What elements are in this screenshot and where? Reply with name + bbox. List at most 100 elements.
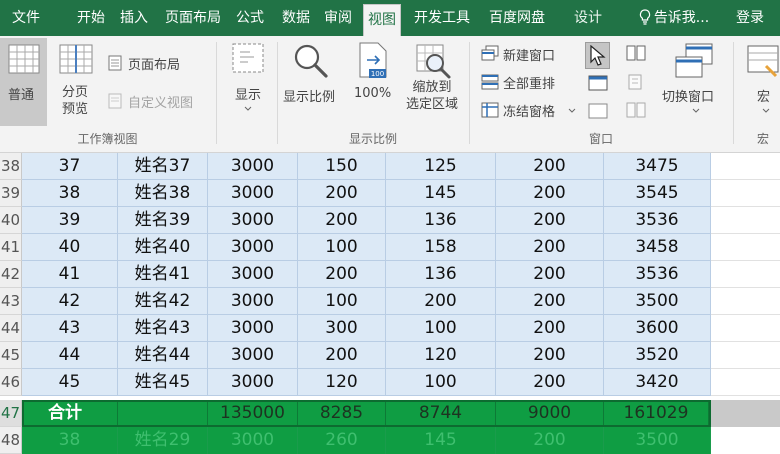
tab-review[interactable]: 审阅 xyxy=(320,0,356,36)
arrange-all-button[interactable]: 全部重排 xyxy=(503,73,555,92)
cell[interactable]: 3458 xyxy=(604,234,711,261)
freeze-panes-button[interactable]: 冻结窗格 xyxy=(503,101,555,120)
cell[interactable]: 200 xyxy=(386,288,496,315)
cell[interactable]: 200 xyxy=(298,207,386,234)
cell[interactable]: 姓名38 xyxy=(118,180,208,207)
cell[interactable]: 8285 xyxy=(298,402,386,425)
cell[interactable]: 100 xyxy=(386,315,496,342)
cell[interactable]: 135000 xyxy=(208,402,298,425)
empty-cell[interactable] xyxy=(711,261,780,288)
tab-data[interactable]: 数据 xyxy=(278,0,314,36)
cell[interactable]: 200 xyxy=(496,369,604,396)
cell[interactable]: 39 xyxy=(22,207,118,234)
tab-formulas[interactable]: 公式 xyxy=(232,0,268,36)
cell[interactable]: 3000 xyxy=(208,207,298,234)
zoom-to-selection-button[interactable]: 缩放到 选定区域 xyxy=(399,79,465,113)
row-header[interactable]: 46 xyxy=(0,369,22,396)
cell[interactable]: 200 xyxy=(496,288,604,315)
cell[interactable]: 姓名44 xyxy=(118,342,208,369)
empty-cell[interactable] xyxy=(711,288,780,315)
cell[interactable]: 姓名37 xyxy=(118,153,208,180)
row-header[interactable]: 39 xyxy=(0,180,22,207)
cell[interactable]: 姓名45 xyxy=(118,369,208,396)
cell[interactable]: 43 xyxy=(22,315,118,342)
empty-cell[interactable] xyxy=(711,180,780,207)
cell[interactable]: 200 xyxy=(496,207,604,234)
row-header-selected[interactable]: 47 xyxy=(0,400,22,427)
tab-page-layout[interactable]: 页面布局 xyxy=(160,0,226,36)
cell[interactable]: 3000 xyxy=(208,234,298,261)
cell[interactable]: 3520 xyxy=(604,342,711,369)
tab-baidu-netdisk[interactable]: 百度网盘 xyxy=(482,0,552,36)
row-header[interactable]: 40 xyxy=(0,207,22,234)
cell[interactable]: 100 xyxy=(298,234,386,261)
cell[interactable]: 300 xyxy=(298,315,386,342)
cell[interactable]: 38 xyxy=(22,180,118,207)
cell[interactable]: 3536 xyxy=(604,261,711,288)
row-header[interactable]: 42 xyxy=(0,261,22,288)
zoom-button[interactable]: 显示比例 xyxy=(283,86,335,105)
cell[interactable]: 3000 xyxy=(208,342,298,369)
row-header[interactable]: 41 xyxy=(0,234,22,261)
cell[interactable]: 145 xyxy=(386,180,496,207)
cell[interactable]: 姓名40 xyxy=(118,234,208,261)
empty-cell[interactable] xyxy=(711,369,780,396)
tab-file[interactable]: 文件 xyxy=(4,0,48,36)
cell[interactable]: 200 xyxy=(496,153,604,180)
cell[interactable]: 100 xyxy=(298,288,386,315)
cell[interactable]: 9000 xyxy=(496,402,604,425)
row-header[interactable]: 44 xyxy=(0,315,22,342)
cell[interactable]: 3500 xyxy=(604,288,711,315)
cell[interactable]: 3500 xyxy=(604,427,711,454)
total-label[interactable]: 合计 xyxy=(24,402,118,425)
cell[interactable]: 200 xyxy=(298,342,386,369)
cell[interactable]: 3420 xyxy=(604,369,711,396)
row-header[interactable]: 45 xyxy=(0,342,22,369)
cell[interactable]: 3475 xyxy=(604,153,711,180)
tab-developer[interactable]: 开发工具 xyxy=(408,0,476,36)
tab-home[interactable]: 开始 xyxy=(74,0,108,36)
cell[interactable]: 200 xyxy=(496,427,604,454)
tell-me-box[interactable]: 告诉我... xyxy=(632,0,716,36)
cell[interactable]: 3545 xyxy=(604,180,711,207)
empty-cell[interactable] xyxy=(711,207,780,234)
empty-cell[interactable] xyxy=(711,153,780,180)
cell[interactable]: 200 xyxy=(298,180,386,207)
empty-cell[interactable] xyxy=(711,234,780,261)
cell[interactable]: 120 xyxy=(298,369,386,396)
cell[interactable]: 136 xyxy=(386,207,496,234)
cell[interactable]: 3000 xyxy=(208,288,298,315)
cell[interactable]: 161029 xyxy=(604,402,709,425)
cell[interactable]: 42 xyxy=(22,288,118,315)
cell[interactable]: 150 xyxy=(298,153,386,180)
cell[interactable]: 145 xyxy=(386,427,496,454)
tab-view[interactable]: 视图 xyxy=(363,4,401,36)
cell[interactable]: 40 xyxy=(22,234,118,261)
cell[interactable]: 姓名42 xyxy=(118,288,208,315)
cell[interactable]: 姓名41 xyxy=(118,261,208,288)
worksheet-grid[interactable]: 38 37 姓名37 3000 150 125 200 3475 39 38 姓… xyxy=(0,153,780,454)
cell[interactable]: 3000 xyxy=(208,369,298,396)
empty-cell[interactable] xyxy=(711,342,780,369)
new-window-button[interactable]: 新建窗口 xyxy=(503,45,555,64)
cell[interactable]: 120 xyxy=(386,342,496,369)
cell[interactable]: 200 xyxy=(298,261,386,288)
cell[interactable]: 3000 xyxy=(208,261,298,288)
cell[interactable]: 3536 xyxy=(604,207,711,234)
cell[interactable]: 45 xyxy=(22,369,118,396)
cell[interactable]: 8744 xyxy=(386,402,496,425)
selection-extension[interactable] xyxy=(711,400,780,427)
custom-views-button[interactable]: 自定义视图 xyxy=(128,92,193,111)
row-header[interactable]: 43 xyxy=(0,288,22,315)
page-break-preview-button[interactable]: 分页 预览 xyxy=(58,84,92,118)
cell[interactable]: 136 xyxy=(386,261,496,288)
tab-design[interactable]: 设计 xyxy=(568,0,608,36)
cell[interactable]: 3000 xyxy=(208,180,298,207)
switch-windows-button[interactable]: 切换窗口 xyxy=(662,86,714,105)
cell[interactable]: 3000 xyxy=(208,153,298,180)
cell[interactable]: 125 xyxy=(386,153,496,180)
cell[interactable]: 38 xyxy=(22,427,118,454)
cell[interactable]: 200 xyxy=(496,234,604,261)
tab-insert[interactable]: 插入 xyxy=(116,0,152,36)
cell[interactable]: 260 xyxy=(298,427,386,454)
